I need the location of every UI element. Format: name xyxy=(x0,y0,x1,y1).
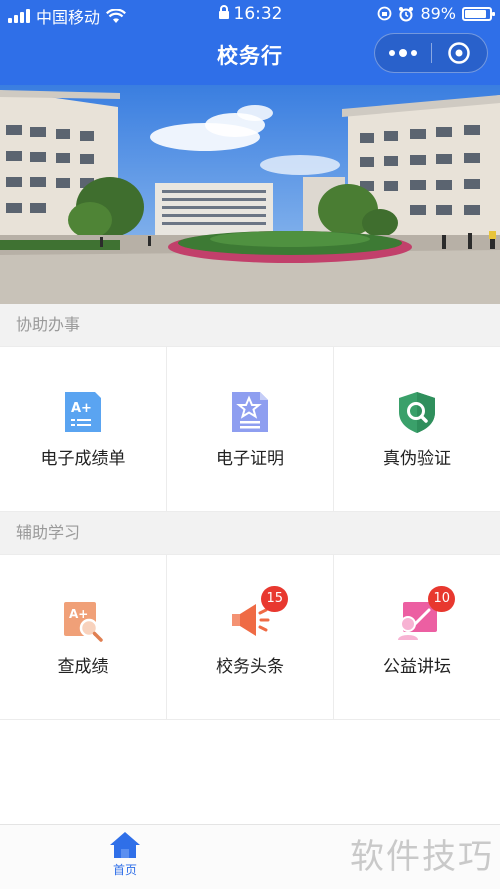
status-bar: 中国移动 16:32 89% xyxy=(0,0,500,28)
target-close-icon xyxy=(448,42,470,64)
tab-home[interactable]: 首页 xyxy=(94,831,156,887)
tab-home-label: 首页 xyxy=(112,863,137,877)
grid-item-transcript[interactable]: A+ 电子成绩单 xyxy=(0,347,167,511)
study-aid-grid: A+ 查成绩 15 校务头条 10 公益讲坛 xyxy=(0,554,500,720)
grid-item-campus-headlines[interactable]: 15 校务头条 xyxy=(167,555,334,719)
grid-item-label: 电子成绩单 xyxy=(40,448,126,469)
time-label: 16:32 xyxy=(233,4,283,24)
grid-item-authenticity-check[interactable]: 真伪验证 xyxy=(334,347,500,511)
svg-text:A+: A+ xyxy=(69,607,88,621)
svg-text:A+: A+ xyxy=(71,401,92,416)
section-title-study-aid: 辅助学习 xyxy=(0,512,500,554)
campus-banner[interactable] xyxy=(0,85,500,304)
rotation-lock-icon xyxy=(378,6,392,21)
more-menu-button[interactable] xyxy=(375,33,431,73)
grid-item-label: 电子证明 xyxy=(216,448,284,469)
home-icon xyxy=(110,832,140,858)
grid-item-label: 真伪验证 xyxy=(383,448,451,469)
grid-item-public-lecture[interactable]: 10 公益讲坛 xyxy=(334,555,500,719)
section-title-assist-affairs: 协助办事 xyxy=(0,304,500,346)
certificate-icon xyxy=(228,390,272,434)
top-bar: 中国移动 16:32 89% 校务行 xyxy=(0,0,500,85)
assist-affairs-grid: A+ 电子成绩单 电子证明 真伪验证 xyxy=(0,346,500,512)
grid-item-label: 校务头条 xyxy=(216,656,284,677)
grid-item-e-certificate[interactable]: 电子证明 xyxy=(167,347,334,511)
campus-photo xyxy=(0,85,500,304)
battery-icon xyxy=(462,6,495,21)
close-miniprogram-button[interactable] xyxy=(431,33,487,73)
megaphone-icon: 15 xyxy=(228,585,288,642)
verify-shield-icon xyxy=(395,390,439,434)
lecture-icon: 10 xyxy=(395,585,455,642)
miniprogram-capsule xyxy=(374,33,488,73)
transcript-icon: A+ xyxy=(61,390,105,434)
unread-badge: 10 xyxy=(428,585,455,612)
watermark-text: 软件技巧 xyxy=(350,837,494,877)
battery-percent: 89% xyxy=(420,4,456,23)
grid-item-check-grades[interactable]: A+ 查成绩 xyxy=(0,555,167,719)
grid-item-label: 公益讲坛 xyxy=(383,656,451,677)
alarm-icon xyxy=(399,6,414,21)
unread-badge: 15 xyxy=(261,585,288,612)
grid-item-label: 查成绩 xyxy=(57,656,109,677)
lock-icon xyxy=(218,5,229,19)
grade-search-icon: A+ xyxy=(61,598,105,642)
